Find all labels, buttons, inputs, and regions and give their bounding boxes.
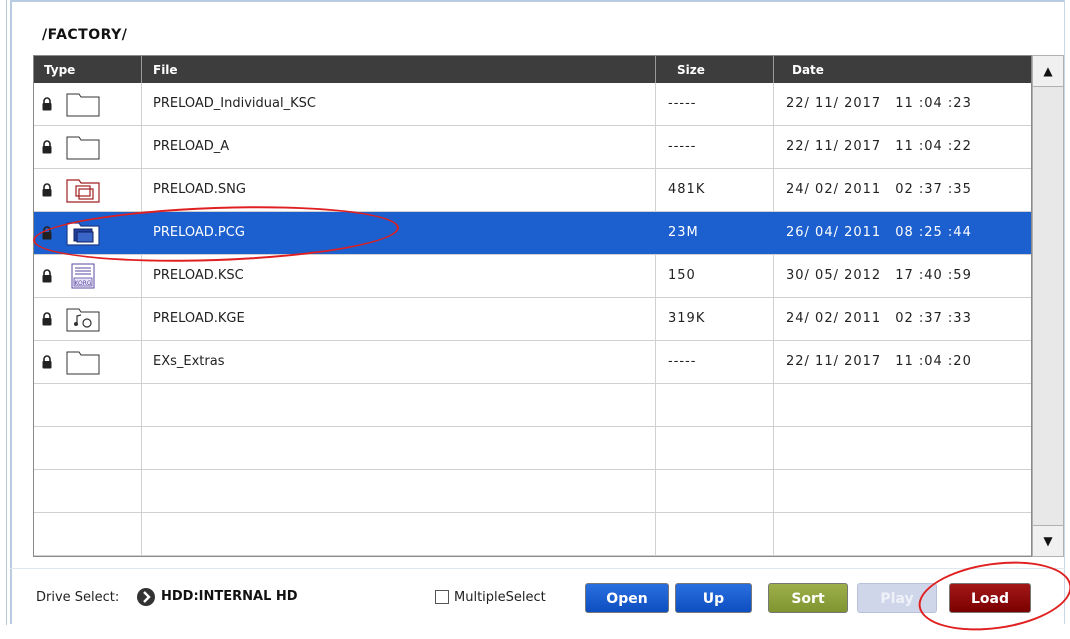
file-row[interactable]: PRELOAD.KGE 319K 24/ 02/ 2011 02 :37 :33 bbox=[34, 298, 1031, 341]
empty-row bbox=[34, 384, 1031, 427]
lock-icon bbox=[42, 268, 52, 283]
file-name: PRELOAD_Individual_KSC bbox=[153, 96, 316, 111]
play-button[interactable]: Play bbox=[857, 583, 937, 613]
file-date: 26/ 04/ 2011 08 :25 :44 bbox=[786, 212, 972, 254]
file-row[interactable]: PRELOAD_A ----- 22/ 11/ 2017 11 :04 :22 bbox=[34, 126, 1031, 169]
file-date: 24/ 02/ 2011 02 :37 :33 bbox=[786, 298, 972, 340]
file-size: 319K bbox=[668, 311, 706, 326]
file-date-day: 26/ 04/ 2011 bbox=[786, 225, 882, 240]
file-date-day: 24/ 02/ 2011 bbox=[786, 182, 882, 197]
file-size: ----- bbox=[668, 354, 697, 369]
drive-select-arrow-icon[interactable] bbox=[137, 588, 155, 606]
empty-row bbox=[34, 513, 1031, 556]
lock-icon bbox=[42, 182, 52, 197]
file-date: 22/ 11/ 2017 11 :04 :23 bbox=[786, 83, 972, 125]
lock-icon bbox=[42, 225, 52, 240]
current-path: /FACTORY/ bbox=[42, 27, 128, 43]
column-header-file[interactable]: File bbox=[153, 63, 178, 77]
file-list: Type File Size Date PRELOAD_Individual_K… bbox=[33, 55, 1032, 557]
file-date-day: 24/ 02/ 2011 bbox=[786, 311, 882, 326]
file-date: 22/ 11/ 2017 11 :04 :22 bbox=[786, 126, 972, 168]
file-size: ----- bbox=[668, 96, 697, 111]
file-list-header: Type File Size Date bbox=[34, 56, 1031, 83]
lock-icon bbox=[42, 354, 52, 369]
file-date-day: 22/ 11/ 2017 bbox=[786, 354, 882, 369]
file-name: PRELOAD.KGE bbox=[153, 311, 245, 326]
file-row[interactable]: PRELOAD_Individual_KSC ----- 22/ 11/ 2017 1… bbox=[34, 83, 1031, 126]
file-row[interactable]: PRELOAD.PCG 23M 26/ 04/ 2011 08 :25 :44 bbox=[34, 212, 1031, 255]
empty-row bbox=[34, 427, 1031, 470]
korg-ksc-file-icon: KORG bbox=[66, 263, 100, 289]
drive-select-label: Drive Select: bbox=[36, 590, 120, 605]
left-border-line bbox=[6, 0, 7, 625]
file-date-time: 08 :25 :44 bbox=[895, 225, 972, 240]
file-date-time: 02 :37 :33 bbox=[895, 311, 972, 326]
header-divider bbox=[773, 56, 774, 83]
svg-text:KORG: KORG bbox=[74, 280, 91, 287]
scroll-up-button[interactable]: ▲ bbox=[1033, 56, 1063, 87]
lock-icon bbox=[42, 139, 52, 154]
file-name: PRELOAD_A bbox=[153, 139, 230, 154]
song-file-icon bbox=[66, 177, 100, 203]
file-date-day: 22/ 11/ 2017 bbox=[786, 96, 882, 111]
header-divider bbox=[655, 56, 656, 83]
file-row[interactable]: KORG PRELOAD.KSC 150 30/ 05/ 2012 17 :40 :59 bbox=[34, 255, 1031, 298]
vertical-scrollbar[interactable]: ▲ ▼ bbox=[1032, 55, 1064, 557]
file-date-time: 11 :04 :20 bbox=[895, 354, 972, 369]
file-name: PRELOAD.SNG bbox=[153, 182, 246, 197]
file-size: 481K bbox=[668, 182, 706, 197]
file-size: ----- bbox=[668, 139, 697, 154]
file-row[interactable]: PRELOAD.SNG 481K 24/ 02/ 2011 02 :37 :35 bbox=[34, 169, 1031, 212]
load-button[interactable]: Load bbox=[949, 583, 1031, 613]
file-date-time: 11 :04 :23 bbox=[895, 96, 972, 111]
multiple-select-label: MultipleSelect bbox=[454, 590, 546, 605]
file-date: 24/ 02/ 2011 02 :37 :35 bbox=[786, 169, 972, 211]
lock-icon bbox=[42, 96, 52, 111]
file-name: EXs_Extras bbox=[153, 354, 225, 369]
file-date-day: 22/ 11/ 2017 bbox=[786, 139, 882, 154]
file-date-time: 17 :40 :59 bbox=[895, 268, 972, 283]
file-row[interactable]: EXs_Extras ----- 22/ 11/ 2017 11 :04 :20 bbox=[34, 341, 1031, 384]
file-name: PRELOAD.KSC bbox=[153, 268, 244, 283]
sort-button[interactable]: Sort bbox=[768, 583, 848, 613]
folder-icon bbox=[66, 349, 100, 375]
file-name: PRELOAD.PCG bbox=[153, 225, 245, 240]
footer-divider bbox=[10, 568, 1065, 569]
file-date: 30/ 05/ 2012 17 :40 :59 bbox=[786, 255, 972, 297]
file-date: 22/ 11/ 2017 11 :04 :20 bbox=[786, 341, 972, 383]
column-header-size[interactable]: Size bbox=[677, 63, 705, 77]
lock-icon bbox=[42, 311, 52, 326]
column-header-date[interactable]: Date bbox=[792, 63, 824, 77]
header-divider bbox=[141, 56, 142, 83]
file-date-time: 11 :04 :22 bbox=[895, 139, 972, 154]
file-date-time: 02 :37 :35 bbox=[895, 182, 972, 197]
file-size: 23M bbox=[668, 225, 699, 240]
kge-file-icon bbox=[66, 306, 100, 332]
file-size: 150 bbox=[668, 268, 696, 283]
folder-icon bbox=[66, 134, 100, 160]
column-header-type[interactable]: Type bbox=[44, 63, 75, 77]
multiple-select-checkbox[interactable] bbox=[435, 590, 449, 604]
drive-select-value[interactable]: HDD:INTERNAL HD bbox=[161, 589, 298, 604]
up-button[interactable]: Up bbox=[675, 583, 752, 613]
pcg-file-icon bbox=[66, 220, 100, 246]
open-button[interactable]: Open bbox=[585, 583, 669, 613]
scroll-down-button[interactable]: ▼ bbox=[1033, 525, 1063, 556]
folder-icon bbox=[66, 91, 100, 117]
file-date-day: 30/ 05/ 2012 bbox=[786, 268, 882, 283]
empty-row bbox=[34, 470, 1031, 513]
